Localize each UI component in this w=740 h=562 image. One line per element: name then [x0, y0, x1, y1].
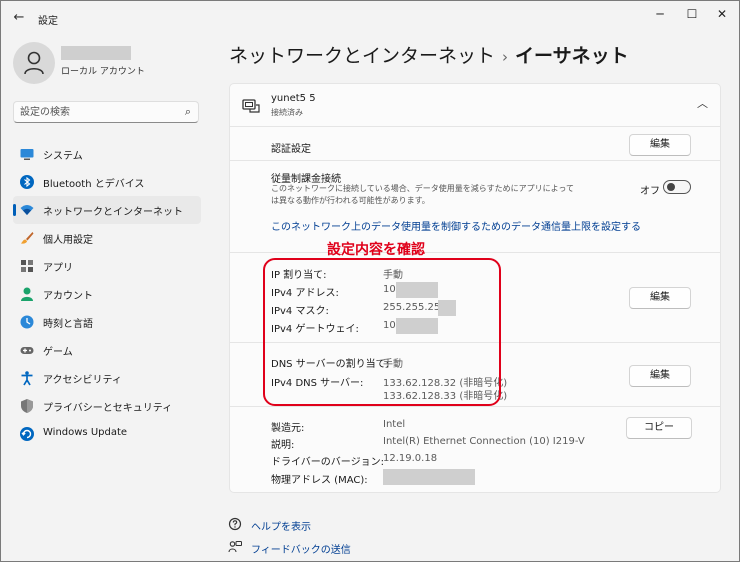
breadcrumb: ネットワークとインターネット › イーサネット — [229, 41, 629, 68]
auth-edit-button[interactable]: 編集 — [629, 134, 691, 156]
title-bar: ← 設定 ─ ☐ ✕ — [1, 1, 739, 35]
minimize-button[interactable]: ─ — [647, 5, 673, 23]
account-type: ローカル アカウント — [61, 67, 145, 77]
help-icon — [228, 517, 242, 531]
network-name: yunet5 5 — [271, 93, 316, 104]
ethernet-icon — [242, 99, 260, 113]
app-title: 設定 — [38, 16, 58, 27]
metered-toggle[interactable] — [663, 180, 691, 194]
annotation-highlight-box — [263, 258, 501, 406]
chevron-up-icon[interactable]: ︿ — [697, 95, 708, 111]
sidebar-item-windows-update[interactable]: Windows Update — [13, 420, 201, 448]
sidebar-item-label: プライバシーとセキュリティ — [43, 403, 173, 414]
user-name-redacted — [61, 46, 131, 60]
sidebar-item-personalization[interactable]: 個人用設定 — [13, 224, 201, 252]
network-status: 接続済み — [271, 108, 303, 117]
description-value: Intel(R) Ethernet Connection (10) I219-V — [383, 436, 585, 447]
annotation-label: 設定内容を確認 — [327, 242, 425, 258]
metered-toggle-label: オフ — [640, 186, 660, 197]
sidebar-item-label: 時刻と言語 — [43, 319, 93, 330]
metered-connection-description: このネットワークに接続している場合、データ使用量を減らすためにアプリによっては異… — [271, 184, 574, 205]
driver-version-value: 12.19.0.18 — [383, 453, 438, 464]
user-icon — [24, 51, 44, 75]
bluetooth-icon — [20, 175, 34, 189]
sidebar-item-label: システム — [43, 151, 83, 162]
sidebar-item-system[interactable]: システム — [13, 140, 201, 168]
dns-edit-button[interactable]: 編集 — [629, 365, 691, 387]
wifi-icon — [20, 205, 34, 215]
feedback-link[interactable]: フィードバックの送信 — [251, 541, 351, 556]
sidebar-item-label: アクセシビリティ — [43, 375, 122, 386]
sidebar-item-gaming[interactable]: ゲーム — [13, 336, 201, 364]
divider — [230, 252, 720, 253]
breadcrumb-separator: › — [502, 48, 509, 66]
sidebar-item-label: 個人用設定 — [43, 235, 93, 246]
mac-address-label: 物理アドレス (MAC): — [271, 475, 368, 486]
driver-version-label: ドライバーのバージョン: — [271, 457, 384, 468]
sidebar-item-label: ネットワークとインターネット — [43, 207, 183, 218]
apps-icon — [21, 260, 33, 272]
accessibility-icon — [21, 371, 33, 386]
mac-address-redacted — [383, 469, 475, 485]
avatar[interactable] — [13, 42, 55, 84]
back-button[interactable]: ← — [10, 10, 28, 26]
search-input[interactable] — [20, 105, 180, 120]
close-button[interactable]: ✕ — [709, 5, 735, 23]
sidebar-item-label: Bluetooth とデバイス — [43, 179, 145, 190]
sidebar-item-label: アプリ — [43, 263, 73, 274]
auth-settings-label: 認証設定 — [271, 144, 311, 155]
brush-icon — [21, 232, 34, 244]
description-label: 説明: — [271, 440, 295, 451]
data-limit-link[interactable]: このネットワーク上のデータ使用量を制御するためのデータ通信量上限を設定する — [271, 218, 641, 233]
settings-window: ← 設定 ─ ☐ ✕ ローカル アカウント ⌕ システム — [0, 0, 740, 562]
sidebar-item-accessibility[interactable]: アクセシビリティ — [13, 364, 201, 392]
search-icon[interactable]: ⌕ — [185, 105, 191, 119]
manufacturer-value: Intel — [383, 419, 406, 430]
account-icon — [21, 287, 33, 301]
sidebar-item-bluetooth[interactable]: Bluetooth とデバイス — [13, 168, 201, 196]
sidebar-item-privacy[interactable]: プライバシーとセキュリティ — [13, 392, 201, 420]
globe-clock-icon — [20, 315, 34, 329]
sidebar-item-label: ゲーム — [43, 347, 73, 358]
search-box[interactable]: ⌕ — [13, 101, 199, 123]
divider — [230, 406, 720, 407]
breadcrumb-parent[interactable]: ネットワークとインターネット — [229, 45, 495, 67]
help-link[interactable]: ヘルプを表示 — [251, 518, 311, 533]
shield-icon — [21, 399, 33, 413]
sidebar-item-time-language[interactable]: 時刻と言語 — [13, 308, 201, 336]
maximize-button[interactable]: ☐ — [679, 5, 705, 23]
system-icon — [20, 149, 34, 160]
sidebar-item-label: アカウント — [43, 291, 93, 302]
divider — [230, 160, 720, 161]
sidebar-item-network[interactable]: ネットワークとインターネット — [13, 196, 201, 224]
sidebar-item-label: Windows Update — [43, 427, 128, 438]
sidebar-item-apps[interactable]: アプリ — [13, 252, 201, 280]
divider — [230, 126, 720, 127]
sidebar-item-accounts[interactable]: アカウント — [13, 280, 201, 308]
feedback-icon — [228, 541, 242, 553]
copy-button[interactable]: コピー — [626, 417, 692, 439]
ip-edit-button[interactable]: 編集 — [629, 287, 691, 309]
update-icon — [20, 427, 34, 441]
gamepad-icon — [20, 347, 34, 354]
sidebar-nav: システム Bluetooth とデバイス ネットワークとインターネット 個人用設… — [13, 140, 201, 448]
toggle-knob — [667, 183, 675, 191]
page-title: イーサネット — [515, 45, 629, 67]
manufacturer-label: 製造元: — [271, 423, 305, 434]
